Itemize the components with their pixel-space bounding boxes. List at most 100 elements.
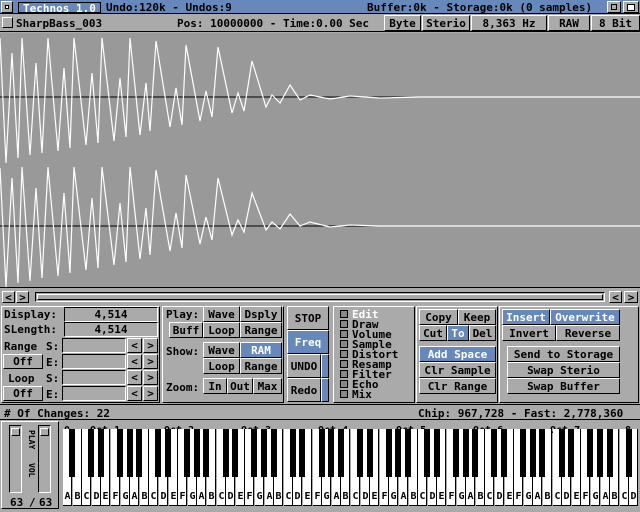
play-display-button[interactable]: Dsply [240,306,282,322]
range-start-prev-button[interactable]: < [127,338,142,353]
black-key[interactable] [607,429,613,477]
del-button[interactable]: Del [469,325,496,341]
tool-radio-edit[interactable] [340,310,348,318]
black-key[interactable] [568,429,574,477]
black-key[interactable] [251,429,257,477]
loop-end-field[interactable] [62,386,126,401]
bits-button[interactable]: 8 Bit [591,15,640,31]
black-key[interactable] [501,429,507,477]
loop-end-next-button[interactable]: > [143,386,158,401]
tool-label-mix[interactable]: Mix [352,389,372,400]
reverse-button[interactable]: Reverse [556,325,620,341]
freq-button[interactable]: Freq [287,330,329,354]
range-end-prev-button[interactable]: < [127,354,142,369]
black-key[interactable] [194,429,200,477]
black-key[interactable] [88,429,94,477]
tool-radio-draw[interactable] [340,320,348,328]
loop-start-next-button[interactable]: > [143,370,158,385]
black-key[interactable] [453,429,459,477]
black-key[interactable] [328,429,334,477]
black-key[interactable] [290,429,296,477]
loop-end-prev-button[interactable]: < [127,386,142,401]
black-key[interactable] [491,429,497,477]
show-ram-button[interactable]: RAM [240,342,282,358]
raw-button[interactable]: RAW [548,15,590,31]
black-key[interactable] [232,429,238,477]
show-wave-button[interactable]: Wave [203,342,240,358]
sterio-button[interactable]: Sterio [422,15,470,31]
black-key[interactable] [424,429,430,477]
black-key[interactable] [597,429,603,477]
zoom-out-button[interactable]: Out [227,378,253,394]
black-key[interactable] [136,429,142,477]
black-key[interactable] [203,429,209,477]
black-key[interactable] [386,429,392,477]
to-button[interactable]: To [447,325,469,341]
cut-button[interactable]: Cut [419,325,447,341]
play-wave-button[interactable]: Wave [203,306,240,322]
black-key[interactable] [520,429,526,477]
stop-button[interactable]: STOP [287,306,329,330]
volume-slider-track[interactable] [38,425,51,493]
black-key[interactable] [338,429,344,477]
tool-radio-resamp[interactable] [340,360,348,368]
undo-button[interactable]: UNDO [287,354,321,378]
scroll-right-button[interactable]: > [16,291,29,303]
zoom-left-button[interactable]: < [609,291,622,303]
black-key[interactable] [405,429,411,477]
volume-slider-thumb[interactable] [40,428,49,436]
black-key[interactable] [223,429,229,477]
horizontal-scrollbar[interactable]: < > < > [0,287,640,305]
black-key[interactable] [165,429,171,477]
tool-radio-mix[interactable] [340,390,348,398]
range-start-field[interactable] [62,338,126,353]
black-key[interactable] [395,429,401,477]
insert-mode-button[interactable]: Insert [502,309,550,325]
loop-start-field[interactable] [62,370,126,385]
black-key[interactable] [127,429,133,477]
black-key[interactable] [299,429,305,477]
black-key[interactable] [184,429,190,477]
black-key[interactable] [367,429,373,477]
zoom-max-button[interactable]: Max [253,378,282,394]
sample-rate-button[interactable]: 8,363 Hz [471,15,547,31]
black-key[interactable] [539,429,545,477]
tool-radio-filter[interactable] [340,370,348,378]
clear-sample-button[interactable]: Clr Sample [419,362,496,378]
scroll-track[interactable] [35,292,605,302]
black-key[interactable] [626,429,632,477]
range-end-next-button[interactable]: > [143,354,158,369]
scroll-thumb[interactable] [37,294,603,300]
range-start-next-button[interactable]: > [143,338,158,353]
swap-sterio-button[interactable]: Swap Sterio [507,362,620,378]
tool-radio-echo[interactable] [340,380,348,388]
black-key[interactable] [155,429,161,477]
add-space-button[interactable]: Add Space [419,346,496,362]
play-range-button[interactable]: Range [240,322,282,338]
copy-button[interactable]: Copy [419,309,458,325]
zoom-right-button[interactable]: > [624,291,638,303]
black-key[interactable] [587,429,593,477]
black-key[interactable] [117,429,123,477]
black-key[interactable] [271,429,277,477]
clear-range-button[interactable]: Clr Range [419,378,496,394]
show-range-button[interactable]: Range [240,358,282,374]
range-toggle-button[interactable]: Off [3,354,43,369]
black-key[interactable] [463,429,469,477]
loop-toggle-button[interactable]: Off [3,386,43,401]
swap-buffer-button[interactable]: Swap Buffer [507,378,620,394]
play-slider-thumb[interactable] [11,428,20,436]
loop-start-prev-button[interactable]: < [127,370,142,385]
depth-back-button[interactable] [607,1,621,13]
tool-radio-sample[interactable] [340,340,348,348]
title-bar[interactable]: Technos 1.0 Undo:120k - Undos:9 Buffer:0… [0,0,640,14]
black-key[interactable] [69,429,75,477]
depth-front-button[interactable] [623,1,639,13]
show-loop-button[interactable]: Loop [203,358,240,374]
waveform-display[interactable] [0,33,640,287]
play-buffer-button[interactable]: Buff [169,322,203,338]
tool-radio-volume[interactable] [340,330,348,338]
redo-button[interactable]: Redo [287,378,321,402]
black-key[interactable] [530,429,536,477]
black-key[interactable] [472,429,478,477]
